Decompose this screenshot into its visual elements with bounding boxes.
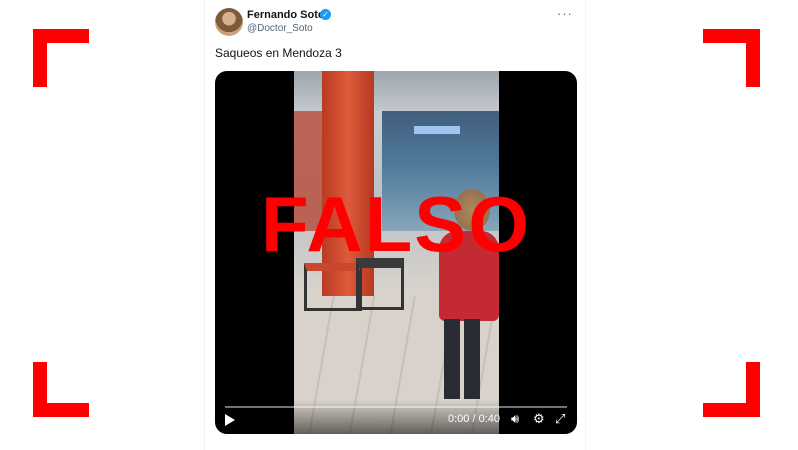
falso-stamp: FALSO xyxy=(260,180,531,268)
video-time: 0:00 / 0:40 xyxy=(448,413,500,425)
frame-corner-bottom-right-v xyxy=(746,362,760,417)
frame-corner-bottom-left-v xyxy=(33,362,47,417)
tweet-text: Saqueos en Mendoza 3 xyxy=(215,46,342,60)
avatar[interactable] xyxy=(215,8,243,36)
frame-corner-top-right-v xyxy=(746,29,760,87)
frame-corner-top-left-v xyxy=(33,29,47,87)
video-player[interactable]: FALSO 0:00 / 0:40 🔊︎ ⚙ ⤢ xyxy=(215,71,577,434)
author-name[interactable]: Fernando Soto xyxy=(247,9,325,21)
play-icon[interactable] xyxy=(225,414,235,426)
more-options-icon[interactable]: ··· xyxy=(557,6,573,21)
gear-icon[interactable]: ⚙ xyxy=(533,412,545,426)
expand-icon[interactable]: ⤢ xyxy=(555,412,565,426)
tweet-card: Fernando Soto ✓ @Doctor_Soto ··· Saqueos… xyxy=(204,0,586,450)
verified-badge-icon: ✓ xyxy=(320,9,331,20)
volume-icon[interactable]: 🔊︎ xyxy=(511,412,519,426)
video-controls: 0:00 / 0:40 🔊︎ ⚙ ⤢ xyxy=(215,400,577,434)
author-handle[interactable]: @Doctor_Soto xyxy=(247,23,313,34)
progress-bar[interactable] xyxy=(225,406,567,408)
